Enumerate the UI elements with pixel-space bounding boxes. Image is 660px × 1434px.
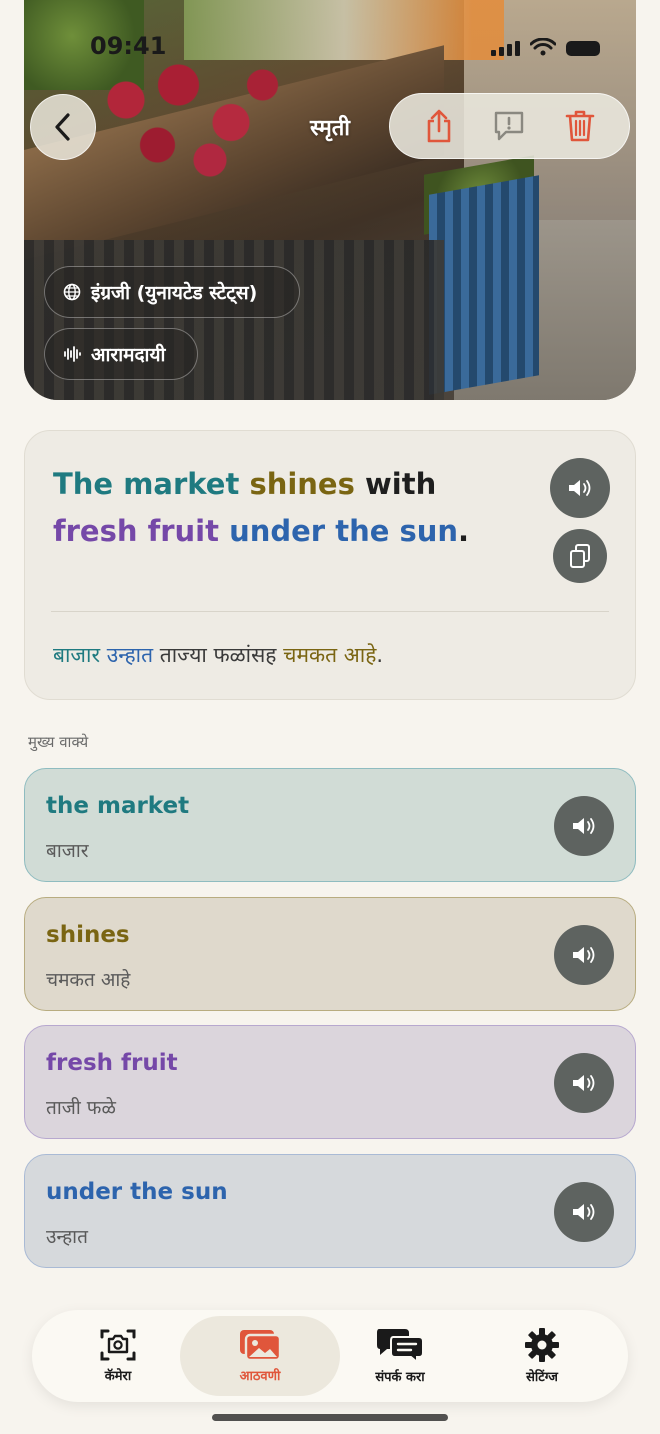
tab-label: कॅमेरा <box>104 1369 132 1384</box>
report-icon <box>495 111 524 141</box>
sentence-space <box>219 514 229 548</box>
sentence-marathi: बाजार उन्हात ताज्या फळांसह चमकत आहे. <box>53 641 383 669</box>
speaker-icon <box>573 1075 595 1091</box>
sentence-phrase: fresh <box>53 514 138 548</box>
back-button[interactable] <box>30 94 96 160</box>
signal-icon <box>491 41 520 56</box>
home-indicator <box>212 1414 448 1421</box>
translation-text: . <box>376 643 384 667</box>
sentence-phrase: fruit <box>147 514 219 548</box>
phrase-english: the market <box>46 793 190 819</box>
speaker-icon <box>569 480 591 496</box>
play-phrase-button[interactable] <box>554 1053 614 1113</box>
sentence-space <box>138 514 148 548</box>
language-chip[interactable]: इंग्रजी (युनायटेड स्टेट्स) <box>44 266 300 318</box>
phrase-translation: उन्हात <box>46 1226 88 1248</box>
divider <box>51 611 609 612</box>
phrase-english: fresh fruit <box>46 1050 178 1076</box>
speaker-icon <box>573 947 595 963</box>
photos-icon <box>240 1330 282 1362</box>
globe-icon <box>63 283 81 301</box>
waveform-icon <box>64 346 81 362</box>
phrase-english: under the sun <box>46 1179 228 1205</box>
delete-button[interactable] <box>560 106 600 146</box>
page-title: स्मृती <box>310 116 350 141</box>
gear-icon <box>525 1328 559 1362</box>
voice-tone-chip[interactable]: आरामदायी <box>44 328 198 380</box>
play-phrase-button[interactable] <box>554 796 614 856</box>
copy-button[interactable] <box>553 529 607 583</box>
sentence-space <box>239 467 249 501</box>
sentence-english[interactable]: The market shines with fresh fruit under… <box>53 461 523 555</box>
camera-icon <box>100 1329 136 1361</box>
speaker-icon <box>573 1204 595 1220</box>
phrase-card[interactable]: under the sun उन्हात <box>24 1154 636 1268</box>
phrase-translation: ताजी फळे <box>46 1097 116 1119</box>
tab-memories[interactable]: आठवणी <box>180 1316 340 1396</box>
copy-icon <box>570 544 590 568</box>
tab-bar: कॅमेरा आठवणी संपर्क करा सेटिंग्ज <box>32 1310 628 1402</box>
tab-contact[interactable]: संपर्क करा <box>320 1316 480 1396</box>
chat-icon <box>377 1329 424 1363</box>
language-label: इंग्रजी (युनायटेड स्टेट्स) <box>91 282 258 304</box>
tab-label: आठवणी <box>239 1369 281 1384</box>
sentence-phrase: The market <box>53 467 240 501</box>
phrase-card[interactable]: the market बाजार <box>24 768 636 882</box>
report-button[interactable] <box>489 106 529 146</box>
translation-space <box>100 643 107 667</box>
phrase-english: shines <box>46 922 130 948</box>
sentence-card: The market shines with fresh fruit under… <box>24 430 636 700</box>
phrase-translation: बाजार <box>46 840 89 862</box>
battery-icon <box>566 41 600 56</box>
sentence-text: . <box>458 514 470 548</box>
tab-camera[interactable]: कॅमेरा <box>38 1316 198 1396</box>
phrase-card[interactable]: shines चमकत आहे <box>24 897 636 1011</box>
play-sentence-button[interactable] <box>550 458 610 518</box>
speaker-icon <box>573 818 595 834</box>
phrase-card[interactable]: fresh fruit ताजी फळे <box>24 1025 636 1139</box>
play-phrase-button[interactable] <box>554 925 614 985</box>
tab-label: सेटिंग्ज <box>526 1370 558 1385</box>
phrase-translation: चमकत आहे <box>46 969 131 991</box>
chevron-left-icon <box>55 113 70 141</box>
status-icons <box>491 38 600 56</box>
play-phrase-button[interactable] <box>554 1182 614 1242</box>
translation-text: ताज्या फळांसह <box>153 643 284 667</box>
sentence-phrase: shines <box>249 467 355 501</box>
sentence-phrase: under the sun <box>229 514 459 548</box>
translation-phrase: उन्हात <box>106 643 154 667</box>
trash-icon <box>565 110 595 142</box>
tab-settings[interactable]: सेटिंग्ज <box>462 1316 622 1396</box>
wifi-icon <box>530 38 556 56</box>
action-toolbar <box>389 93 630 159</box>
voice-tone-label: आरामदायी <box>91 344 166 366</box>
share-icon <box>427 109 451 143</box>
sentence-text: with <box>354 467 437 501</box>
section-label: मुख्य वाक्ये <box>28 733 89 751</box>
status-time: 09:41 <box>90 32 167 60</box>
translation-phrase: चमकत आहे <box>283 643 377 667</box>
share-button[interactable] <box>419 106 459 146</box>
translation-phrase: बाजार <box>53 643 101 667</box>
tab-label: संपर्क करा <box>375 1370 425 1385</box>
